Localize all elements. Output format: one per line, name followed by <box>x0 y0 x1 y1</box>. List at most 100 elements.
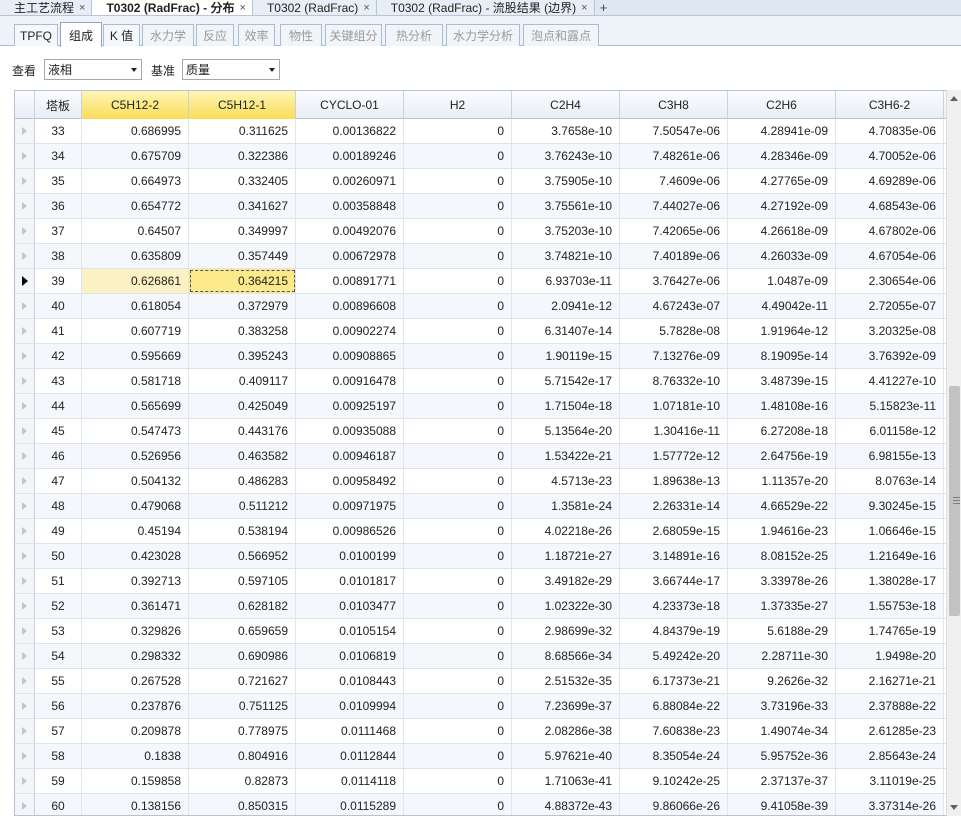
value-cell[interactable]: 1.89638e-13 <box>620 469 728 493</box>
value-cell[interactable]: 4.66529e-22 <box>728 494 836 518</box>
table-row[interactable]: 55 0.267528 0.721627 0.0108443 0 2.51532e-35 6… <box>15 669 948 694</box>
close-icon[interactable]: × <box>581 2 587 14</box>
table-row[interactable]: 41 0.607719 0.383258 0.00902274 0 6.31407e-14… <box>15 319 948 344</box>
value-cell[interactable]: 0.526956 <box>82 444 189 468</box>
value-cell[interactable]: 0.409117 <box>189 369 296 393</box>
table-row[interactable]: 54 0.298332 0.690986 0.0106819 0 8.68566e-34 5… <box>15 644 948 669</box>
value-cell[interactable]: 0.00935088 <box>296 419 404 443</box>
value-cell[interactable]: 0.675709 <box>82 144 189 168</box>
value-cell[interactable]: 0.00946187 <box>296 444 404 468</box>
value-cell[interactable]: 9.86066e-26 <box>620 794 728 815</box>
value-cell[interactable]: 0.00672978 <box>296 244 404 268</box>
value-cell[interactable]: 0.635809 <box>82 244 189 268</box>
value-cell[interactable]: 3.75561e-10 <box>512 194 620 218</box>
value-cell[interactable]: 0.0101817 <box>296 569 404 593</box>
value-cell[interactable]: 0.00971975 <box>296 494 404 518</box>
column-header[interactable]: 塔板 <box>35 91 82 119</box>
document-tab[interactable]: T0302 (RadFrac) - 流股结果 (边界) × <box>376 0 595 15</box>
stage-cell[interactable]: 44 <box>35 394 82 418</box>
stage-cell[interactable]: 48 <box>35 494 82 518</box>
value-cell[interactable]: 0.659659 <box>189 619 296 643</box>
row-indicator[interactable] <box>15 694 35 718</box>
value-cell[interactable]: 7.13276e-09 <box>620 344 728 368</box>
value-cell[interactable]: 8.68566e-34 <box>512 644 620 668</box>
value-cell[interactable]: 0.0109994 <box>296 694 404 718</box>
value-cell[interactable]: 1.02322e-30 <box>512 594 620 618</box>
value-cell[interactable]: 2.37137e-37 <box>728 769 836 793</box>
value-cell[interactable]: 0.538194 <box>189 519 296 543</box>
value-cell[interactable]: 0 <box>404 119 512 143</box>
value-cell[interactable]: 0.00260971 <box>296 169 404 193</box>
row-indicator[interactable] <box>15 219 35 243</box>
row-indicator[interactable] <box>15 494 35 518</box>
value-cell[interactable]: 1.37335e-27 <box>728 594 836 618</box>
table-row[interactable]: 51 0.392713 0.597105 0.0101817 0 3.49182e-29 3… <box>15 569 948 594</box>
stage-cell[interactable]: 60 <box>35 794 82 815</box>
value-cell[interactable]: 3.14891e-16 <box>620 544 728 568</box>
value-cell[interactable]: 0.618054 <box>82 294 189 318</box>
value-cell[interactable]: 6.31407e-14 <box>512 319 620 343</box>
value-cell[interactable]: 0.64507 <box>82 219 189 243</box>
value-cell[interactable]: 4.26618e-09 <box>728 219 836 243</box>
value-cell[interactable]: 1.3581e-24 <box>512 494 620 518</box>
value-cell[interactable]: 5.15823e-11 <box>836 394 944 418</box>
value-cell[interactable]: 0.0115289 <box>296 794 404 815</box>
value-cell[interactable]: 0.0100199 <box>296 544 404 568</box>
value-cell[interactable]: 0 <box>404 669 512 693</box>
value-cell[interactable]: 1.38028e-17 <box>836 569 944 593</box>
value-cell[interactable]: 0.607719 <box>82 319 189 343</box>
value-cell[interactable]: 3.48739e-15 <box>728 369 836 393</box>
value-cell[interactable]: 5.71542e-17 <box>512 369 620 393</box>
value-cell[interactable]: 0.626861 <box>82 269 189 293</box>
stage-cell[interactable]: 50 <box>35 544 82 568</box>
table-row[interactable]: 53 0.329826 0.659659 0.0105154 0 2.98699e-32 4… <box>15 619 948 644</box>
value-cell[interactable]: 3.75203e-10 <box>512 219 620 243</box>
value-cell[interactable]: 0.479068 <box>82 494 189 518</box>
stage-cell[interactable]: 53 <box>35 619 82 643</box>
value-cell[interactable]: 3.37314e-26 <box>836 794 944 815</box>
table-row[interactable]: 44 0.565699 0.425049 0.00925197 0 1.71504e-18… <box>15 394 948 419</box>
table-row[interactable]: 48 0.479068 0.511212 0.00971975 0 1.3581e-24 2… <box>15 494 948 519</box>
value-cell[interactable]: 0 <box>404 194 512 218</box>
value-cell[interactable]: 4.67054e-06 <box>836 244 944 268</box>
value-cell[interactable]: 0.00136822 <box>296 119 404 143</box>
value-cell[interactable]: 0 <box>404 694 512 718</box>
table-row[interactable]: 60 0.138156 0.850315 0.0115289 0 4.88372e-43 9… <box>15 794 948 815</box>
stage-cell[interactable]: 52 <box>35 594 82 618</box>
value-cell[interactable]: 0 <box>404 269 512 293</box>
value-cell[interactable]: 0 <box>404 744 512 768</box>
value-cell[interactable]: 0 <box>404 769 512 793</box>
value-cell[interactable]: 0 <box>404 169 512 193</box>
stage-cell[interactable]: 33 <box>35 119 82 143</box>
vertical-scrollbar[interactable] <box>946 90 961 816</box>
value-cell[interactable]: 0.654772 <box>82 194 189 218</box>
value-cell[interactable]: 4.27765e-09 <box>728 169 836 193</box>
value-cell[interactable]: 1.71063e-41 <box>512 769 620 793</box>
value-cell[interactable]: 0.00891771 <box>296 269 404 293</box>
value-cell[interactable]: 0 <box>404 544 512 568</box>
value-cell[interactable]: 0.664973 <box>82 169 189 193</box>
table-row[interactable]: 40 0.618054 0.372979 0.00896608 0 2.0941e-12 4… <box>15 294 948 319</box>
value-cell[interactable]: 0.349997 <box>189 219 296 243</box>
value-cell[interactable]: 8.0763e-14 <box>836 469 944 493</box>
stage-cell[interactable]: 46 <box>35 444 82 468</box>
document-tab[interactable]: 主工艺流程 × <box>0 0 93 15</box>
value-cell[interactable]: 0.425049 <box>189 394 296 418</box>
value-cell[interactable]: 4.49042e-11 <box>728 294 836 318</box>
table-row[interactable]: 37 0.64507 0.349997 0.00492076 0 3.75203e-10 7… <box>15 219 948 244</box>
stage-cell[interactable]: 37 <box>35 219 82 243</box>
value-cell[interactable]: 0.361471 <box>82 594 189 618</box>
value-cell[interactable]: 9.30245e-15 <box>836 494 944 518</box>
value-cell[interactable]: 0.237876 <box>82 694 189 718</box>
stage-cell[interactable]: 42 <box>35 344 82 368</box>
table-row[interactable]: 59 0.159858 0.82873 0.0114118 0 1.71063e-41 9.… <box>15 769 948 794</box>
value-cell[interactable]: 0 <box>404 619 512 643</box>
value-cell[interactable]: 5.49242e-20 <box>620 644 728 668</box>
value-cell[interactable]: 2.08286e-38 <box>512 719 620 743</box>
value-cell[interactable]: 5.13564e-20 <box>512 419 620 443</box>
value-cell[interactable]: 2.28711e-30 <box>728 644 836 668</box>
value-cell[interactable]: 0 <box>404 319 512 343</box>
value-cell[interactable]: 3.20325e-08 <box>836 319 944 343</box>
value-cell[interactable]: 0.511212 <box>189 494 296 518</box>
value-cell[interactable]: 6.01158e-12 <box>836 419 944 443</box>
